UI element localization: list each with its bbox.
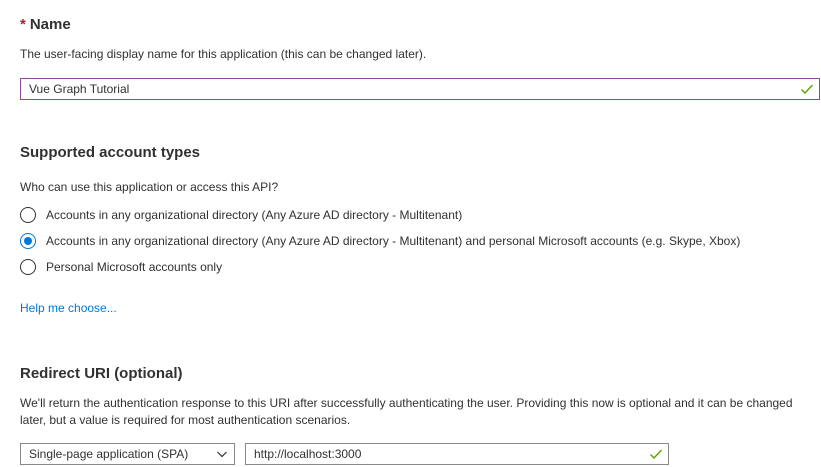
help-me-choose-link[interactable]: Help me choose... bbox=[20, 301, 117, 315]
redirect-uri-input[interactable] bbox=[246, 444, 648, 464]
name-title: Name bbox=[29, 16, 71, 33]
check-icon bbox=[648, 446, 664, 462]
account-types-heading: Supported account types bbox=[20, 144, 201, 161]
redirect-uri-field[interactable] bbox=[245, 443, 669, 465]
redirect-uri-heading: Redirect URI (optional) bbox=[20, 365, 183, 382]
radio-option-multitenant[interactable]: Accounts in any organizational directory… bbox=[20, 205, 462, 225]
radio-label: Personal Microsoft accounts only bbox=[46, 260, 223, 274]
account-types-question: Who can use this application or access t… bbox=[20, 180, 279, 194]
radio-label: Accounts in any organizational directory… bbox=[46, 234, 741, 248]
chevron-down-icon bbox=[216, 448, 228, 460]
radio-button[interactable] bbox=[20, 259, 36, 275]
name-input[interactable] bbox=[21, 79, 799, 99]
radio-option-personal-only[interactable]: Personal Microsoft accounts only bbox=[20, 257, 222, 277]
radio-button[interactable] bbox=[20, 207, 36, 223]
radio-label: Accounts in any organizational directory… bbox=[46, 208, 463, 222]
required-marker: * bbox=[20, 16, 26, 33]
radio-option-multitenant-personal[interactable]: Accounts in any organizational directory… bbox=[20, 231, 740, 251]
name-field[interactable] bbox=[20, 78, 820, 100]
platform-select[interactable]: Single-page application (SPA) bbox=[20, 443, 235, 465]
radio-button-selected[interactable] bbox=[20, 233, 36, 249]
platform-select-value: Single-page application (SPA) bbox=[29, 447, 189, 461]
name-heading: * Name bbox=[20, 16, 71, 33]
check-icon bbox=[799, 81, 815, 97]
redirect-uri-description: We'll return the authentication response… bbox=[20, 396, 793, 427]
name-description: The user-facing display name for this ap… bbox=[20, 47, 427, 61]
